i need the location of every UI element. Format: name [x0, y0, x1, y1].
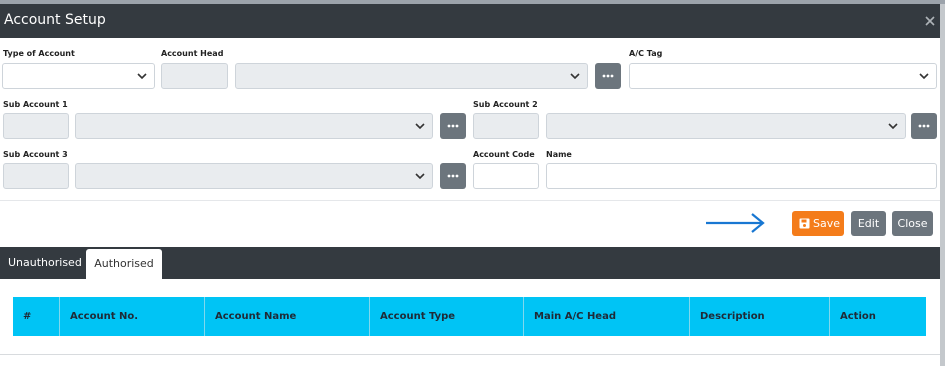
col-header-main-ac-head: Main A/C Head [524, 297, 690, 336]
ac-tag-label: A/C Tag [629, 49, 663, 58]
chevron-down-icon [888, 123, 898, 130]
sub-account-2-more-button[interactable] [911, 113, 937, 139]
chevron-down-icon [415, 173, 425, 180]
save-button-label: Save [813, 217, 841, 230]
col-header-account-type: Account Type [370, 297, 524, 336]
ellipsis-icon [447, 124, 459, 128]
table-header: # Account No. Account Name Account Type … [13, 297, 926, 336]
sub-account-3-select[interactable] [75, 163, 433, 189]
tab-unauthorised[interactable]: Unauthorised [8, 247, 82, 279]
sub-account-2-code-field[interactable] [473, 113, 539, 139]
col-header-index: # [13, 297, 60, 336]
sub-account-1-label: Sub Account 1 [3, 100, 68, 109]
name-label: Name [546, 150, 572, 159]
sub-account-3-label: Sub Account 3 [3, 150, 68, 159]
type-of-account-select[interactable] [2, 63, 155, 89]
sub-account-1-select[interactable] [75, 113, 433, 139]
chevron-down-icon [137, 73, 147, 80]
account-setup-modal: Account Setup Type of Account Account He… [0, 0, 945, 366]
sub-account-2-select[interactable] [546, 113, 906, 139]
modal-header: Account Setup [0, 4, 940, 38]
ellipsis-icon [447, 174, 459, 178]
sub-account-1-more-button[interactable] [440, 113, 466, 139]
sub-account-1-code-field[interactable] [3, 113, 69, 139]
sub-account-3-more-button[interactable] [440, 163, 466, 189]
tab-bar: Unauthorised Authorised [0, 247, 940, 279]
tab-panel: # Account No. Account Name Account Type … [0, 279, 940, 355]
chevron-down-icon [570, 73, 580, 80]
arrow-annotation-icon [706, 213, 765, 233]
account-code-input[interactable] [473, 163, 539, 189]
close-icon[interactable] [924, 15, 936, 27]
col-header-action: Action [840, 311, 876, 322]
account-head-more-button[interactable] [595, 63, 621, 89]
save-button[interactable]: Save [792, 211, 844, 236]
modal-title: Account Setup [4, 12, 106, 28]
form-divider [0, 200, 940, 201]
chevron-down-icon [919, 73, 929, 80]
account-head-select[interactable] [235, 63, 588, 89]
account-head-code-field[interactable] [161, 63, 228, 89]
edit-button[interactable]: Edit [851, 211, 886, 236]
col-header-account-name: Account Name [205, 297, 370, 336]
col-header-account-no: Account No. [60, 297, 205, 336]
modal-scroll-edge [940, 4, 945, 366]
chevron-down-icon [415, 123, 425, 130]
ellipsis-icon [918, 124, 930, 128]
close-button[interactable]: Close [892, 211, 933, 236]
col-header-description: Description [690, 297, 830, 336]
account-head-label: Account Head [161, 49, 224, 58]
account-code-label: Account Code [473, 150, 535, 159]
sub-account-2-label: Sub Account 2 [473, 100, 538, 109]
sub-account-3-code-field[interactable] [3, 163, 69, 189]
tab-authorised[interactable]: Authorised [86, 249, 162, 279]
floppy-disk-icon [799, 218, 810, 229]
ac-tag-select[interactable] [629, 63, 937, 89]
name-input[interactable] [546, 163, 937, 189]
ellipsis-icon [602, 74, 614, 78]
type-of-account-label: Type of Account [3, 49, 75, 58]
